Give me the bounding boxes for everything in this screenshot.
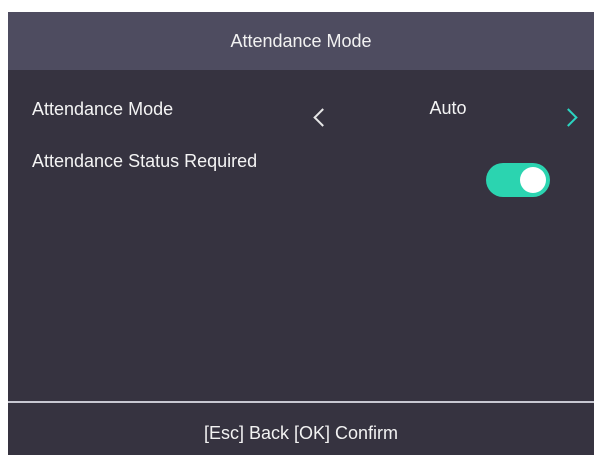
footer-hint: [Esc] Back [OK] Confirm: [203, 423, 399, 443]
title-bar: Attendance Mode: [8, 12, 594, 70]
chevron-right-icon[interactable]: [559, 108, 578, 127]
page-title: Attendance Mode: [230, 31, 372, 51]
attendance-mode-value: Auto: [429, 98, 467, 118]
device-screen: Attendance Mode Attendance Mode Auto Att…: [8, 12, 594, 455]
chevron-left-icon[interactable]: [313, 108, 332, 127]
toggle-knob: [520, 167, 546, 193]
attendance-status-required-label: Attendance Status Required: [32, 151, 258, 171]
attendance-status-required-toggle[interactable]: [486, 163, 550, 197]
footer-bar: [Esc] Back [OK] Confirm: [8, 403, 594, 455]
attendance-mode-label: Attendance Mode: [32, 99, 174, 119]
settings-list: Attendance Mode Auto Attendance Status R…: [8, 70, 594, 402]
